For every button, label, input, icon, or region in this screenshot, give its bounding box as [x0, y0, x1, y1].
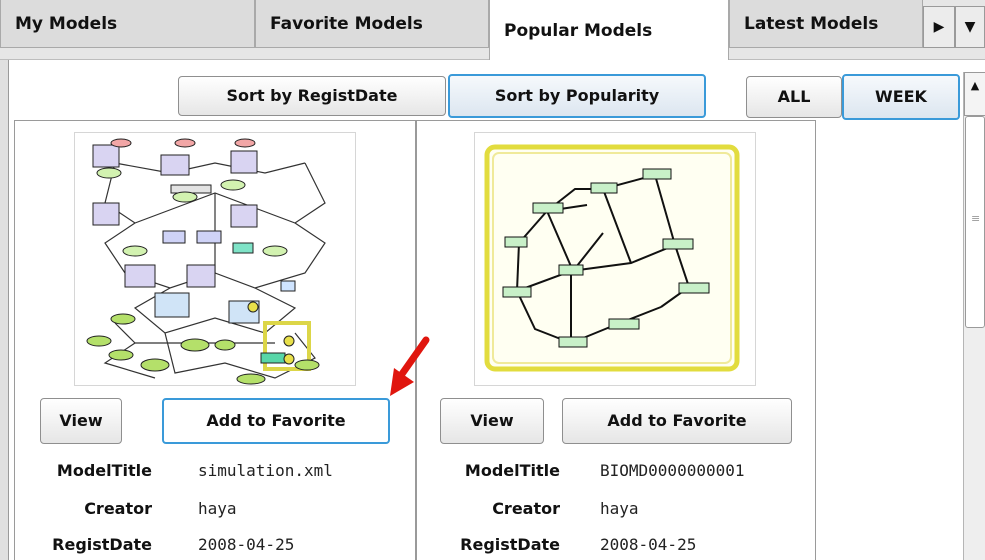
tab-popular-models[interactable]: Popular Models — [489, 0, 729, 60]
left-edge — [0, 60, 8, 560]
meta-label-creator: Creator — [492, 499, 560, 518]
meta-value-registdate: 2008-04-25 — [600, 535, 697, 554]
tab-bar: My Models Favorite Models Popular Models… — [0, 0, 985, 60]
meta-label-modeltitle: ModelTitle — [56, 461, 152, 480]
tab-latest-models[interactable]: Latest Models — [729, 0, 923, 48]
meta-label-modeltitle: ModelTitle — [464, 461, 560, 480]
tab-my-models[interactable]: My Models — [0, 0, 255, 48]
meta-value-creator: haya — [198, 499, 237, 518]
scroll-up-arrow-icon[interactable]: ▲ — [964, 72, 985, 116]
annotation-arrow-icon — [390, 336, 430, 396]
meta-label-creator: Creator — [84, 499, 152, 518]
network-diagram-icon — [484, 144, 740, 372]
model-thumbnail[interactable] — [74, 132, 356, 386]
sort-by-registdate-button[interactable]: Sort by RegistDate — [178, 76, 446, 116]
tab-scroll-right-icon[interactable]: ▶ — [923, 6, 955, 48]
network-diagram-icon — [86, 138, 326, 385]
meta-value-modeltitle: simulation.xml — [198, 461, 333, 480]
scroll-grip-icon: ≡ — [971, 212, 981, 225]
meta-value-registdate: 2008-04-25 — [198, 535, 295, 554]
tab-menu-icon[interactable]: ▼ — [955, 6, 985, 48]
view-button[interactable]: View — [440, 398, 544, 444]
tab-favorite-models[interactable]: Favorite Models — [255, 0, 489, 48]
model-thumbnail[interactable] — [474, 132, 756, 386]
scroll-thumb[interactable]: ≡ — [965, 116, 985, 328]
add-to-favorite-button[interactable]: Add to Favorite — [562, 398, 792, 444]
meta-label-registdate: RegistDate — [460, 535, 560, 554]
meta-value-modeltitle: BIOMD0000000001 — [600, 461, 745, 480]
filter-week-button[interactable]: WEEK — [842, 74, 960, 120]
meta-label-registdate: RegistDate — [52, 535, 152, 554]
filter-all-button[interactable]: ALL — [746, 76, 842, 118]
vertical-scrollbar[interactable]: ▲ ≡ — [963, 72, 985, 560]
meta-value-creator: haya — [600, 499, 639, 518]
sort-by-popularity-button[interactable]: Sort by Popularity — [448, 74, 706, 118]
view-button[interactable]: View — [40, 398, 122, 444]
add-to-favorite-button[interactable]: Add to Favorite — [162, 398, 390, 444]
